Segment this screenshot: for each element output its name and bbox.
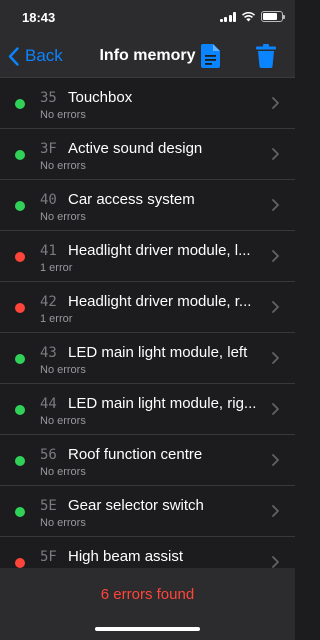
module-code: 43 [40,345,57,361]
module-code: 5E [40,498,57,514]
status-icons [219,11,285,22]
module-status: No errors [40,517,86,529]
module-list: 35 Touchbox No errors 3F Active sound design… [0,78,295,568]
module-row[interactable]: 5E Gear selector switch No errors [0,486,295,537]
module-code: 3F [40,141,57,157]
module-row[interactable]: 3F Active sound design No errors [0,129,295,180]
chevron-right-icon [272,250,279,262]
module-row[interactable]: 40 Car access system No errors [0,180,295,231]
trash-icon [256,44,276,69]
chevron-right-icon [272,403,279,415]
battery-icon [261,11,285,22]
module-status: 1 error [40,313,73,325]
home-indicator [95,627,200,631]
module-code: 41 [40,243,57,259]
status-dot [15,405,25,415]
chevron-left-icon [8,46,19,66]
wifi-icon [241,11,256,22]
footer: 6 errors found [0,568,295,640]
chevron-right-icon [272,97,279,109]
module-name: LED main light module, left [68,344,248,361]
chevron-right-icon [272,301,279,313]
module-status: No errors [40,211,86,223]
module-row[interactable]: 56 Roof function centre No errors [0,435,295,486]
status-dot [15,303,25,313]
module-code: 35 [40,90,57,106]
module-name: Headlight driver module, r... [68,293,252,310]
chevron-right-icon [272,505,279,517]
module-name: High beam assist [68,548,184,565]
module-name: Roof function centre [68,446,203,463]
error-summary: 6 errors found [100,586,195,603]
chevron-right-icon [272,148,279,160]
status-bar: 18:43 [0,0,295,36]
module-name: Active sound design [68,140,203,157]
cellular-signal-icon [219,11,236,22]
chevron-right-icon [272,454,279,466]
module-row[interactable]: 5F High beam assist [0,537,295,568]
module-status: No errors [40,364,86,376]
module-row[interactable]: 35 Touchbox No errors [0,78,295,129]
status-dot [15,507,25,517]
module-name: Gear selector switch [68,497,204,514]
module-code: 56 [40,447,57,463]
module-status: No errors [40,109,86,121]
module-status: No errors [40,466,86,478]
module-row[interactable]: 44 LED main light module, rig... No errors [0,384,295,435]
module-name: Touchbox [68,89,133,106]
status-dot [15,252,25,262]
module-name: LED main light module, rig... [68,395,257,412]
status-dot [15,150,25,160]
status-dot [15,456,25,466]
export-document-button[interactable] [201,44,220,73]
module-code: 42 [40,294,57,310]
module-status: No errors [40,160,86,172]
module-row[interactable]: 41 Headlight driver module, l... 1 error [0,231,295,282]
status-dot [15,201,25,211]
document-icon [201,44,220,68]
status-time: 18:43 [22,10,56,25]
back-label: Back [25,46,63,65]
module-code: 44 [40,396,57,412]
status-dot [15,558,25,568]
status-dot [15,99,25,109]
module-name: Headlight driver module, l... [68,242,251,259]
module-name: Car access system [68,191,195,208]
chevron-right-icon [272,352,279,364]
status-dot [15,354,25,364]
chevron-right-icon [272,199,279,211]
delete-button[interactable] [256,44,276,73]
module-status: No errors [40,415,86,427]
back-button[interactable]: Back [8,46,63,66]
module-row[interactable]: 43 LED main light module, left No errors [0,333,295,384]
chevron-right-icon [272,556,279,568]
module-row[interactable]: 42 Headlight driver module, r... 1 error [0,282,295,333]
module-code: 5F [40,549,57,565]
module-status: 1 error [40,262,73,274]
navigation-bar: Back Info memory [0,36,295,78]
module-code: 40 [40,192,57,208]
